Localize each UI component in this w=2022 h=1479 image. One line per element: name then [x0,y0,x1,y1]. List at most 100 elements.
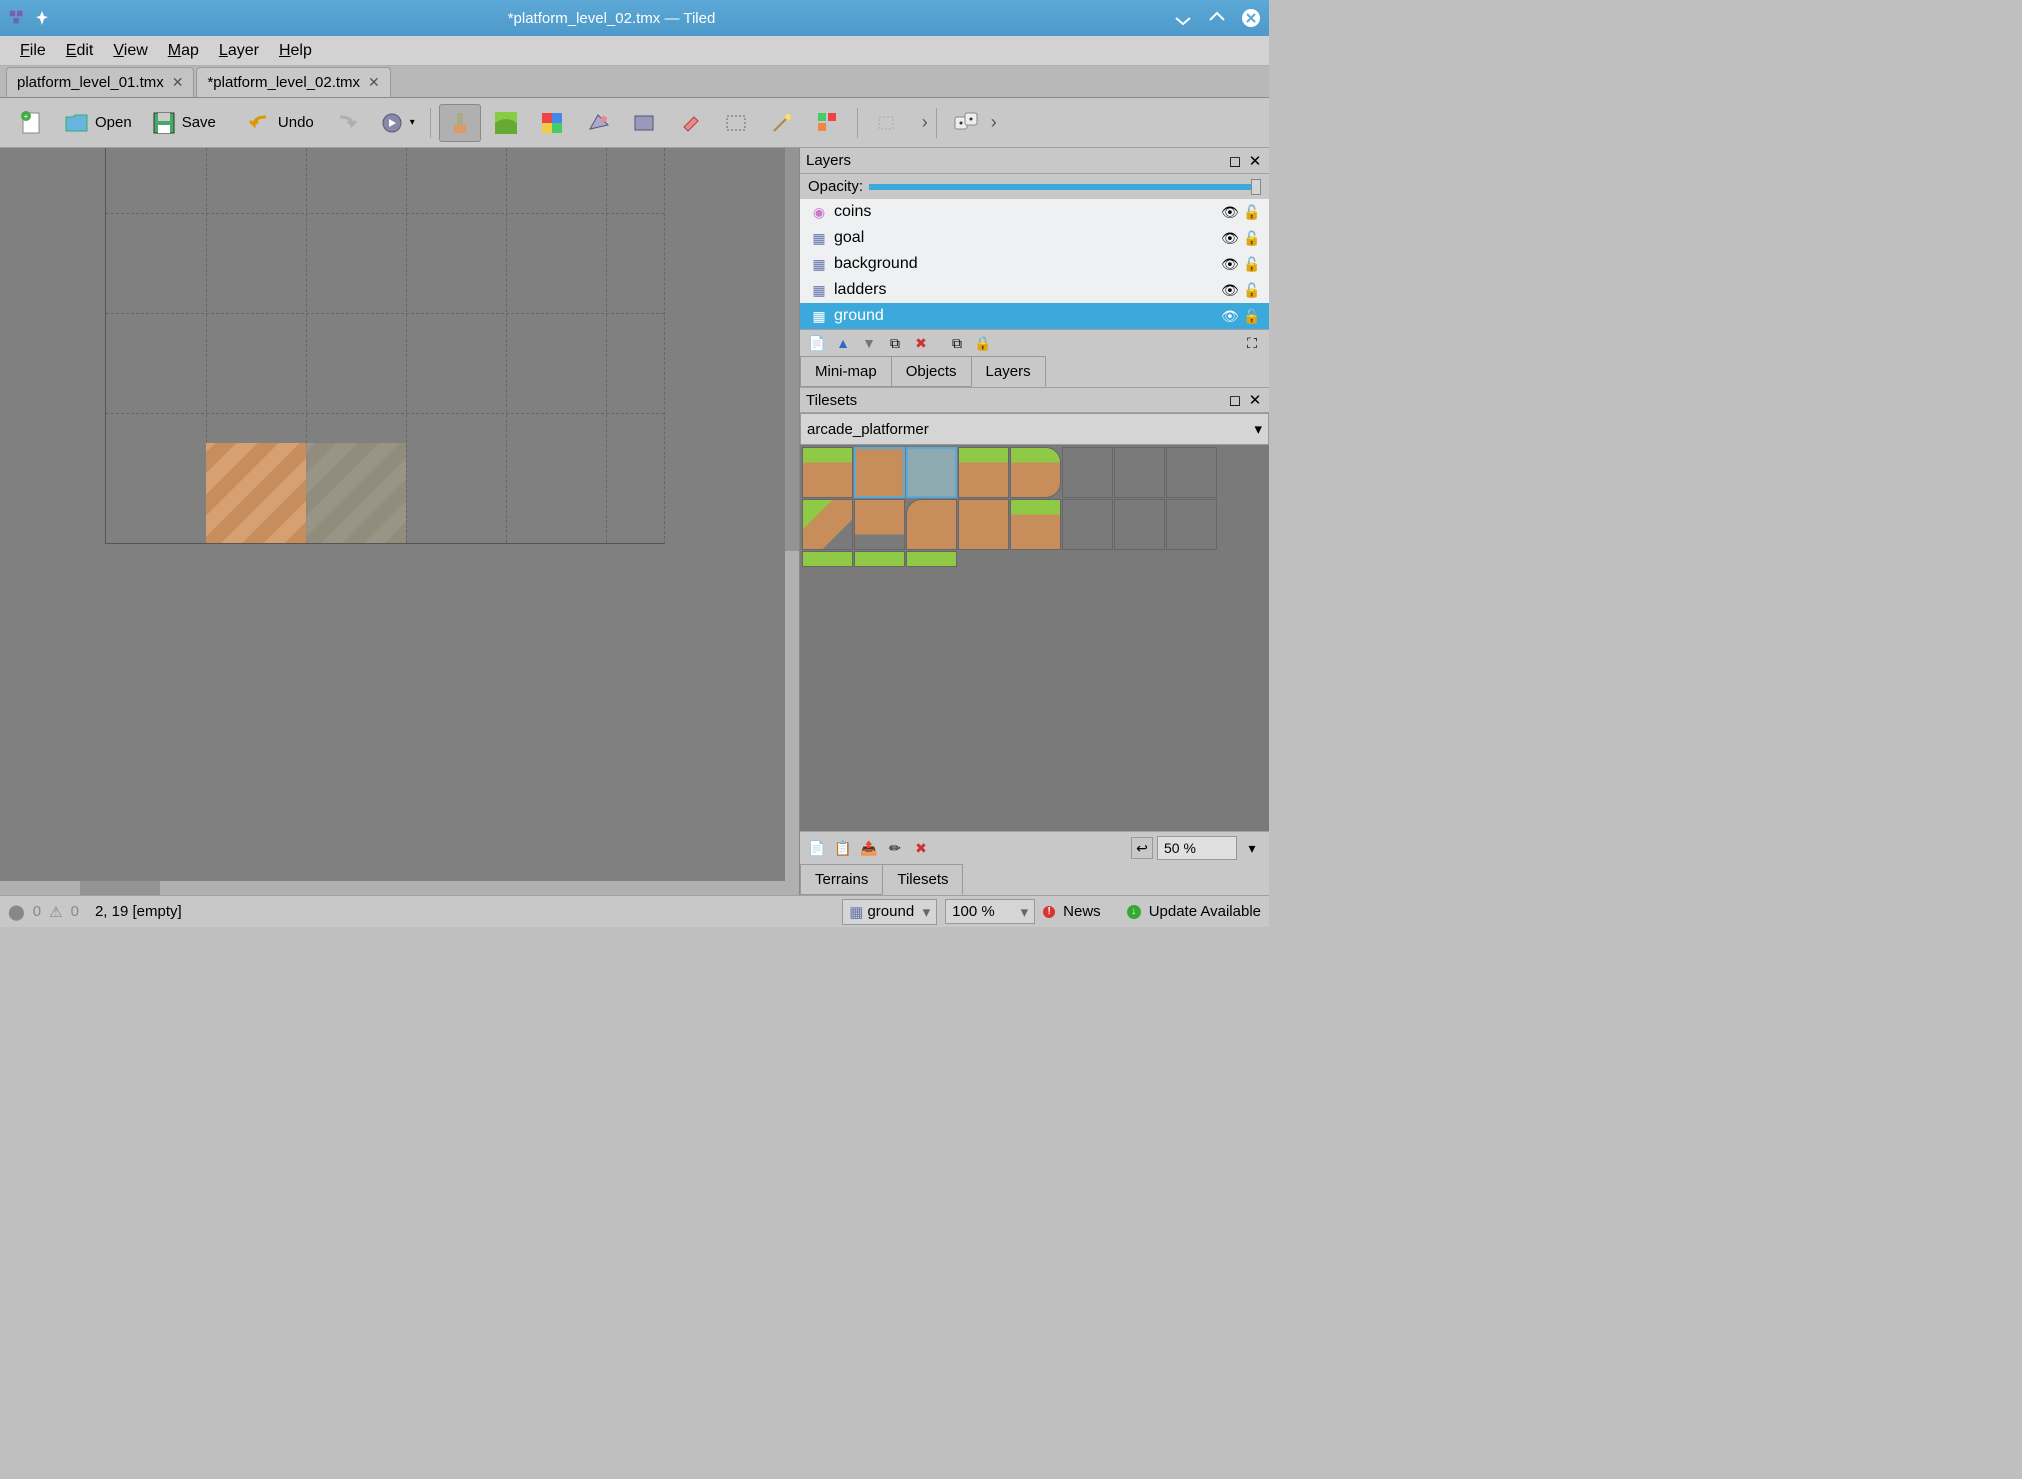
tileset-grid[interactable] [800,445,1269,831]
visibility-icon[interactable]: 👁 [1221,256,1237,272]
tab-mini-map[interactable]: Mini-map [800,356,892,387]
bucket-fill-button[interactable] [531,104,573,142]
rectangle-select-button[interactable] [623,104,665,142]
lock-icon[interactable]: 🔓 [1243,204,1259,220]
tab-tilesets[interactable]: Tilesets [882,864,963,895]
panel-close-icon[interactable]: ✕ [1247,153,1263,169]
lock-icon[interactable]: 🔓 [1243,308,1259,324]
menu-view[interactable]: View [103,38,157,64]
delete-layer-button[interactable]: ✖ [910,332,932,354]
tile[interactable] [906,499,957,550]
eraser-button[interactable] [669,104,711,142]
news-icon[interactable]: ! [1043,906,1055,918]
layer-down-button[interactable]: ▼ [858,332,880,354]
lock-icon[interactable]: 🔓 [1243,282,1259,298]
terrain-brush-button[interactable] [485,104,527,142]
minimize-icon[interactable] [1173,8,1193,28]
dynamic-wrap-button[interactable]: ↩ [1131,837,1153,859]
visibility-icon[interactable]: 👁 [1221,230,1237,246]
new-layer-button[interactable]: 📄 [806,332,828,354]
menu-layer[interactable]: Layer [209,38,269,64]
tile[interactable] [1010,447,1061,498]
close-tab-icon[interactable]: ✕ [368,74,380,91]
shape-fill-button[interactable] [577,104,619,142]
close-tab-icon[interactable]: ✕ [172,74,184,91]
tile[interactable] [1010,499,1061,550]
layer-row[interactable]: ◉ coins 👁 🔓 [800,199,1269,225]
map-canvas[interactable] [0,148,799,895]
stamp-brush-button[interactable] [439,104,481,142]
tile[interactable] [1114,447,1165,498]
layer-row[interactable]: ▦ ground 👁 🔓 [800,303,1269,329]
open-button[interactable]: Open [56,104,139,142]
tile[interactable] [802,499,853,550]
tile[interactable] [1062,447,1113,498]
tile[interactable] [906,447,957,498]
duplicate-layer-button[interactable]: ⧉ [884,332,906,354]
tile[interactable] [958,499,1009,550]
tile[interactable] [802,551,853,567]
panel-float-icon[interactable]: ◻ [1227,153,1243,169]
update-icon[interactable]: ↓ [1127,905,1141,919]
visibility-icon[interactable]: 👁 [1221,204,1237,220]
menu-help[interactable]: Help [269,38,322,64]
panel-float-icon[interactable]: ◻ [1227,392,1243,408]
visibility-icon[interactable]: 👁 [1221,282,1237,298]
toggle-other-layers-button[interactable]: ⧉ [946,332,968,354]
news-button[interactable]: News [1063,903,1101,920]
warning-icon[interactable]: ⚠ [49,903,62,921]
tab-terrains[interactable]: Terrains [800,864,883,895]
layer-row[interactable]: ▦ ladders 👁 🔓 [800,277,1269,303]
canvas-vertical-scrollbar[interactable] [785,148,799,881]
menu-edit[interactable]: Edit [56,38,104,64]
visibility-icon[interactable]: 👁 [1221,308,1237,324]
file-tab[interactable]: *platform_level_02.tmx ✕ [196,67,390,97]
layer-highlight-button[interactable]: ⛶ [1241,332,1263,354]
magic-wand-button[interactable] [761,104,803,142]
zoom-dropdown-icon[interactable]: ▾ [1241,837,1263,859]
tile[interactable] [958,447,1009,498]
menu-file[interactable]: File [10,38,56,64]
tile[interactable] [1114,499,1165,550]
select-same-tile-button[interactable] [807,104,849,142]
current-layer-select[interactable]: ▦ ground [842,899,937,925]
error-icon[interactable]: ⬤ [8,903,25,921]
command-button[interactable]: ▾ [371,104,422,142]
delete-tileset-button[interactable]: ✖ [910,837,932,859]
redo-button[interactable] [325,104,367,142]
tab-objects[interactable]: Objects [891,356,972,387]
close-icon[interactable] [1241,8,1261,28]
embed-tileset-button[interactable]: 📋 [832,837,854,859]
tile[interactable] [1166,447,1217,498]
lock-layer-button[interactable]: 🔒 [972,332,994,354]
tileset-zoom-input[interactable] [1157,836,1237,860]
marquee-select-button[interactable] [715,104,757,142]
tile[interactable] [1166,499,1217,550]
layer-row[interactable]: ▦ goal 👁 🔓 [800,225,1269,251]
tab-layers[interactable]: Layers [971,356,1046,387]
update-button[interactable]: Update Available [1149,903,1261,920]
new-button[interactable]: + [10,104,52,142]
tile[interactable] [854,447,905,498]
maximize-icon[interactable] [1207,8,1227,28]
file-tab[interactable]: platform_level_01.tmx ✕ [6,67,194,97]
pin-icon[interactable] [34,10,50,26]
tile[interactable] [854,551,905,567]
save-button[interactable]: Save [143,104,223,142]
canvas-horizontal-scrollbar[interactable] [0,881,799,895]
layer-row[interactable]: ▦ background 👁 🔓 [800,251,1269,277]
tileset-selector[interactable]: arcade_platformer ▾ [800,413,1269,445]
menu-map[interactable]: Map [158,38,209,64]
tile[interactable] [802,447,853,498]
new-tileset-button[interactable]: 📄 [806,837,828,859]
random-mode-button[interactable] [945,104,987,142]
lock-icon[interactable]: 🔓 [1243,230,1259,246]
zoom-select[interactable]: 100 % [945,899,1035,924]
tile[interactable] [906,551,957,567]
undo-button[interactable]: Undo [239,104,321,142]
opacity-slider[interactable] [869,184,1261,190]
tile[interactable] [854,499,905,550]
edit-tileset-button[interactable]: ✏ [884,837,906,859]
lock-icon[interactable]: 🔓 [1243,256,1259,272]
layer-offset-button[interactable] [866,104,908,142]
